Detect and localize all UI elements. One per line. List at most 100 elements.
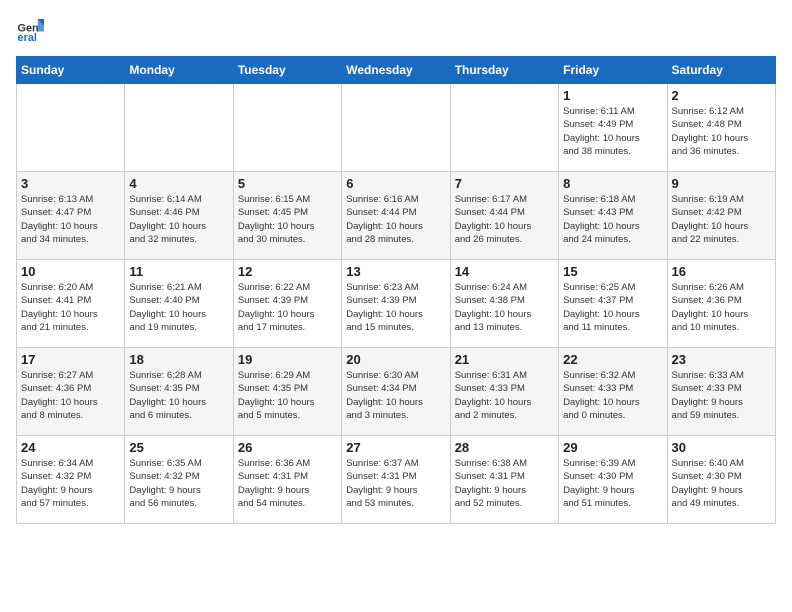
day-number: 27 xyxy=(346,440,445,455)
calendar-cell: 29 Sunrise: 6:39 AM Sunset: 4:30 PM Dayli… xyxy=(559,436,667,524)
calendar-cell xyxy=(233,84,341,172)
calendar-table: SundayMondayTuesdayWednesdayThursdayFrid… xyxy=(16,56,776,524)
cell-content: Sunrise: 6:31 AM Sunset: 4:33 PM Dayligh… xyxy=(455,369,554,422)
col-header-monday: Monday xyxy=(125,57,233,84)
day-number: 20 xyxy=(346,352,445,367)
logo-icon: Gen eral xyxy=(16,16,44,44)
cell-content: Sunrise: 6:24 AM Sunset: 4:38 PM Dayligh… xyxy=(455,281,554,334)
cell-content: Sunrise: 6:21 AM Sunset: 4:40 PM Dayligh… xyxy=(129,281,228,334)
calendar-cell: 10 Sunrise: 6:20 AM Sunset: 4:41 PM Dayli… xyxy=(17,260,125,348)
day-number: 24 xyxy=(21,440,120,455)
day-number: 10 xyxy=(21,264,120,279)
calendar-cell: 16 Sunrise: 6:26 AM Sunset: 4:36 PM Dayli… xyxy=(667,260,775,348)
calendar-cell: 17Sunrise: 6:27 AM Sunset: 4:36 PM Dayli… xyxy=(17,348,125,436)
day-number: 22 xyxy=(563,352,662,367)
week-row-1: 1 Sunrise: 6:11 AM Sunset: 4:49 PM Daylig… xyxy=(17,84,776,172)
calendar-cell: 12 Sunrise: 6:22 AM Sunset: 4:39 PM Dayli… xyxy=(233,260,341,348)
calendar-cell: 1 Sunrise: 6:11 AM Sunset: 4:49 PM Daylig… xyxy=(559,84,667,172)
week-row-4: 17Sunrise: 6:27 AM Sunset: 4:36 PM Dayli… xyxy=(17,348,776,436)
calendar-cell: 4 Sunrise: 6:14 AM Sunset: 4:46 PM Daylig… xyxy=(125,172,233,260)
day-number: 1 xyxy=(563,88,662,103)
cell-content: Sunrise: 6:33 AM Sunset: 4:33 PM Dayligh… xyxy=(672,369,771,422)
day-number: 4 xyxy=(129,176,228,191)
calendar-cell: 30Sunrise: 6:40 AM Sunset: 4:30 PM Dayli… xyxy=(667,436,775,524)
col-header-wednesday: Wednesday xyxy=(342,57,450,84)
calendar-cell: 5 Sunrise: 6:15 AM Sunset: 4:45 PM Daylig… xyxy=(233,172,341,260)
day-number: 15 xyxy=(563,264,662,279)
calendar-cell: 20 Sunrise: 6:30 AM Sunset: 4:34 PM Dayli… xyxy=(342,348,450,436)
svg-text:eral: eral xyxy=(18,32,37,44)
day-number: 11 xyxy=(129,264,228,279)
week-row-3: 10 Sunrise: 6:20 AM Sunset: 4:41 PM Dayli… xyxy=(17,260,776,348)
cell-content: Sunrise: 6:11 AM Sunset: 4:49 PM Dayligh… xyxy=(563,105,662,158)
cell-content: Sunrise: 6:25 AM Sunset: 4:37 PM Dayligh… xyxy=(563,281,662,334)
col-header-friday: Friday xyxy=(559,57,667,84)
day-number: 28 xyxy=(455,440,554,455)
day-number: 12 xyxy=(238,264,337,279)
calendar-cell: 6 Sunrise: 6:16 AM Sunset: 4:44 PM Daylig… xyxy=(342,172,450,260)
header-row: SundayMondayTuesdayWednesdayThursdayFrid… xyxy=(17,57,776,84)
calendar-cell: 14 Sunrise: 6:24 AM Sunset: 4:38 PM Dayli… xyxy=(450,260,558,348)
cell-content: Sunrise: 6:14 AM Sunset: 4:46 PM Dayligh… xyxy=(129,193,228,246)
calendar-cell: 11 Sunrise: 6:21 AM Sunset: 4:40 PM Dayli… xyxy=(125,260,233,348)
day-number: 21 xyxy=(455,352,554,367)
cell-content: Sunrise: 6:17 AM Sunset: 4:44 PM Dayligh… xyxy=(455,193,554,246)
cell-content: Sunrise: 6:20 AM Sunset: 4:41 PM Dayligh… xyxy=(21,281,120,334)
cell-content: Sunrise: 6:26 AM Sunset: 4:36 PM Dayligh… xyxy=(672,281,771,334)
calendar-cell xyxy=(342,84,450,172)
day-number: 14 xyxy=(455,264,554,279)
week-row-2: 3 Sunrise: 6:13 AM Sunset: 4:47 PM Daylig… xyxy=(17,172,776,260)
calendar-cell: 28 Sunrise: 6:38 AM Sunset: 4:31 PM Dayli… xyxy=(450,436,558,524)
header: Gen eral xyxy=(16,16,776,44)
calendar-cell: 8Sunrise: 6:18 AM Sunset: 4:43 PM Daylig… xyxy=(559,172,667,260)
calendar-cell xyxy=(125,84,233,172)
day-number: 6 xyxy=(346,176,445,191)
cell-content: Sunrise: 6:23 AM Sunset: 4:39 PM Dayligh… xyxy=(346,281,445,334)
calendar-cell: 21 Sunrise: 6:31 AM Sunset: 4:33 PM Dayli… xyxy=(450,348,558,436)
week-row-5: 24 Sunrise: 6:34 AM Sunset: 4:32 PM Dayli… xyxy=(17,436,776,524)
logo: Gen eral xyxy=(16,16,48,44)
cell-content: Sunrise: 6:39 AM Sunset: 4:30 PM Dayligh… xyxy=(563,457,662,510)
calendar-cell: 2 Sunrise: 6:12 AM Sunset: 4:48 PM Daylig… xyxy=(667,84,775,172)
day-number: 3 xyxy=(21,176,120,191)
cell-content: Sunrise: 6:30 AM Sunset: 4:34 PM Dayligh… xyxy=(346,369,445,422)
day-number: 29 xyxy=(563,440,662,455)
day-number: 9 xyxy=(672,176,771,191)
cell-content: Sunrise: 6:16 AM Sunset: 4:44 PM Dayligh… xyxy=(346,193,445,246)
day-number: 7 xyxy=(455,176,554,191)
calendar-cell: 13 Sunrise: 6:23 AM Sunset: 4:39 PM Dayli… xyxy=(342,260,450,348)
calendar-cell xyxy=(450,84,558,172)
day-number: 16 xyxy=(672,264,771,279)
calendar-cell: 15 Sunrise: 6:25 AM Sunset: 4:37 PM Dayli… xyxy=(559,260,667,348)
day-number: 23 xyxy=(672,352,771,367)
calendar-cell: 25Sunrise: 6:35 AM Sunset: 4:32 PM Dayli… xyxy=(125,436,233,524)
cell-content: Sunrise: 6:38 AM Sunset: 4:31 PM Dayligh… xyxy=(455,457,554,510)
calendar-cell: 24 Sunrise: 6:34 AM Sunset: 4:32 PM Dayli… xyxy=(17,436,125,524)
cell-content: Sunrise: 6:22 AM Sunset: 4:39 PM Dayligh… xyxy=(238,281,337,334)
cell-content: Sunrise: 6:15 AM Sunset: 4:45 PM Dayligh… xyxy=(238,193,337,246)
calendar-cell xyxy=(17,84,125,172)
day-number: 2 xyxy=(672,88,771,103)
col-header-thursday: Thursday xyxy=(450,57,558,84)
col-header-tuesday: Tuesday xyxy=(233,57,341,84)
day-number: 30 xyxy=(672,440,771,455)
col-header-saturday: Saturday xyxy=(667,57,775,84)
cell-content: Sunrise: 6:36 AM Sunset: 4:31 PM Dayligh… xyxy=(238,457,337,510)
day-number: 5 xyxy=(238,176,337,191)
day-number: 13 xyxy=(346,264,445,279)
calendar-cell: 7 Sunrise: 6:17 AM Sunset: 4:44 PM Daylig… xyxy=(450,172,558,260)
calendar-cell: 18 Sunrise: 6:28 AM Sunset: 4:35 PM Dayli… xyxy=(125,348,233,436)
cell-content: Sunrise: 6:37 AM Sunset: 4:31 PM Dayligh… xyxy=(346,457,445,510)
calendar-cell: 22 Sunrise: 6:32 AM Sunset: 4:33 PM Dayli… xyxy=(559,348,667,436)
cell-content: Sunrise: 6:29 AM Sunset: 4:35 PM Dayligh… xyxy=(238,369,337,422)
cell-content: Sunrise: 6:32 AM Sunset: 4:33 PM Dayligh… xyxy=(563,369,662,422)
cell-content: Sunrise: 6:34 AM Sunset: 4:32 PM Dayligh… xyxy=(21,457,120,510)
cell-content: Sunrise: 6:13 AM Sunset: 4:47 PM Dayligh… xyxy=(21,193,120,246)
calendar-cell: 26Sunrise: 6:36 AM Sunset: 4:31 PM Dayli… xyxy=(233,436,341,524)
cell-content: Sunrise: 6:12 AM Sunset: 4:48 PM Dayligh… xyxy=(672,105,771,158)
day-number: 18 xyxy=(129,352,228,367)
cell-content: Sunrise: 6:19 AM Sunset: 4:42 PM Dayligh… xyxy=(672,193,771,246)
cell-content: Sunrise: 6:35 AM Sunset: 4:32 PM Dayligh… xyxy=(129,457,228,510)
day-number: 19 xyxy=(238,352,337,367)
cell-content: Sunrise: 6:28 AM Sunset: 4:35 PM Dayligh… xyxy=(129,369,228,422)
